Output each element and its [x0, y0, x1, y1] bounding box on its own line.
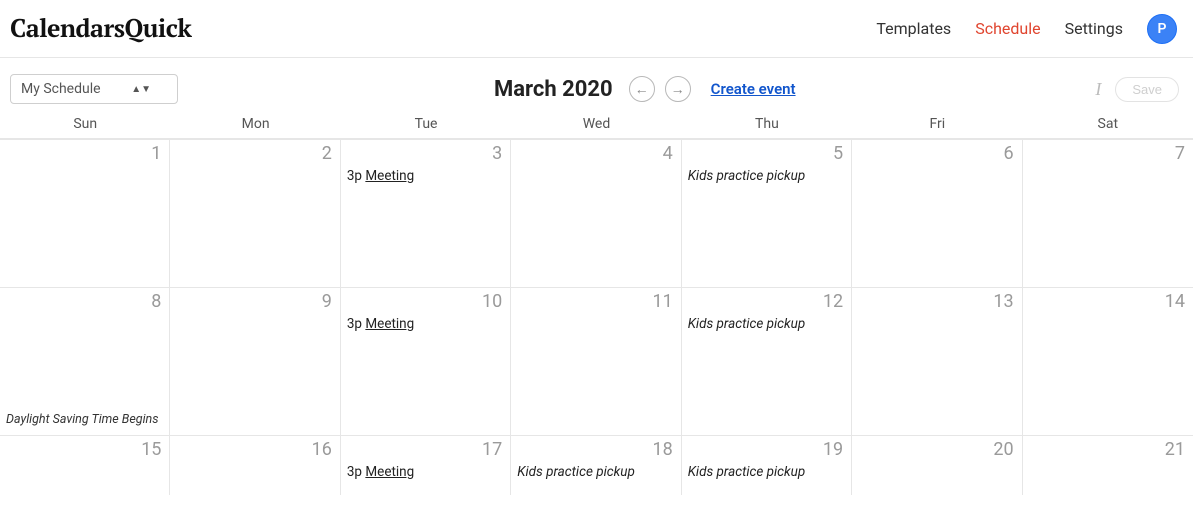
- arrow-left-icon: ←: [635, 81, 649, 97]
- next-month-button[interactable]: →: [665, 76, 691, 102]
- calendar-grid: 1233p Meeting45Kids practice pickup678Da…: [0, 139, 1193, 495]
- day-cell[interactable]: 17 3p Meeting: [341, 435, 511, 495]
- arrow-right-icon: →: [671, 81, 685, 97]
- day-number: 12: [688, 292, 845, 312]
- day-number: 3: [347, 144, 504, 164]
- event-time: 3p: [347, 316, 366, 332]
- day-cell[interactable]: 19 Kids practice pickup: [682, 435, 852, 495]
- dow-wed: Wed: [511, 114, 681, 138]
- event-title: Meeting: [365, 464, 414, 480]
- schedule-select-value: My Schedule: [21, 81, 101, 97]
- event-title: Kids practice pickup: [688, 464, 806, 480]
- day-number: 11: [517, 292, 674, 312]
- calendar-event[interactable]: Kids practice pickup: [688, 464, 845, 480]
- day-cell[interactable]: 10 3p Meeting: [341, 287, 511, 435]
- day-cell[interactable]: 13: [852, 287, 1022, 435]
- dow-sat: Sat: [1023, 114, 1193, 138]
- day-number: 6: [858, 144, 1015, 164]
- day-number: 10: [347, 292, 504, 312]
- day-cell[interactable]: 14: [1023, 287, 1193, 435]
- schedule-select[interactable]: My Schedule ▲▼: [10, 74, 178, 104]
- day-cell[interactable]: 20: [852, 435, 1022, 495]
- nav-schedule[interactable]: Schedule: [975, 19, 1040, 38]
- event-title: Kids practice pickup: [517, 464, 635, 480]
- caret-icon: ▲▼: [131, 84, 151, 95]
- topbar: CalendarsQuick Templates Schedule Settin…: [0, 0, 1193, 58]
- day-cell[interactable]: 9: [170, 287, 340, 435]
- day-cell[interactable]: 16: [170, 435, 340, 495]
- dow-row: Sun Mon Tue Wed Thu Fri Sat: [0, 114, 1193, 139]
- event-time: 3p: [347, 464, 366, 480]
- month-nav: March 2020 ← → Create event: [330, 76, 796, 102]
- day-cell[interactable]: 4: [511, 139, 681, 287]
- day-number: 7: [1029, 144, 1187, 164]
- dow-sun: Sun: [0, 114, 170, 138]
- day-cell[interactable]: 6: [852, 139, 1022, 287]
- day-cell[interactable]: 15: [0, 435, 170, 495]
- day-number: 13: [858, 292, 1015, 312]
- day-number: 15: [6, 440, 163, 460]
- top-nav: Templates Schedule Settings P: [876, 14, 1177, 44]
- day-number: 19: [688, 440, 845, 460]
- day-number: 17: [347, 440, 504, 460]
- day-cell[interactable]: 21: [1023, 435, 1193, 495]
- day-number: 4: [517, 144, 674, 164]
- nav-templates[interactable]: Templates: [876, 19, 951, 38]
- brand-logo[interactable]: CalendarsQuick: [10, 12, 191, 45]
- day-cell[interactable]: 18 Kids practice pickup: [511, 435, 681, 495]
- day-number: 8: [6, 292, 163, 312]
- prev-month-button[interactable]: ←: [629, 76, 655, 102]
- day-number: 5: [688, 144, 845, 164]
- day-cell[interactable]: 2: [170, 139, 340, 287]
- day-cell[interactable]: 11: [511, 287, 681, 435]
- toolbar: My Schedule ▲▼ March 2020 ← → Create eve…: [0, 58, 1193, 114]
- nav-settings[interactable]: Settings: [1065, 19, 1123, 38]
- calendar-event[interactable]: 3p Meeting: [347, 168, 504, 184]
- calendar-event[interactable]: 3p Meeting: [347, 316, 504, 332]
- event-title: Meeting: [365, 316, 414, 332]
- day-cell[interactable]: 8 Daylight Saving Time Begins: [0, 287, 170, 435]
- day-number: 14: [1029, 292, 1187, 312]
- month-title: March 2020: [494, 77, 613, 102]
- day-number: 16: [176, 440, 333, 460]
- right-tools: I Save: [1095, 77, 1179, 102]
- event-time: 3p: [347, 168, 366, 184]
- dow-tue: Tue: [341, 114, 511, 138]
- day-number: 1: [6, 144, 163, 164]
- day-cell[interactable]: 3 3p Meeting: [341, 139, 511, 287]
- avatar[interactable]: P: [1147, 14, 1177, 44]
- day-number: 9: [176, 292, 333, 312]
- day-number: 21: [1029, 440, 1187, 460]
- day-number: 18: [517, 440, 674, 460]
- create-event-link[interactable]: Create event: [711, 80, 796, 98]
- calendar-event[interactable]: Kids practice pickup: [517, 464, 674, 480]
- day-number: 2: [176, 144, 333, 164]
- day-cell[interactable]: 5 Kids practice pickup: [682, 139, 852, 287]
- day-note: Daylight Saving Time Begins: [6, 412, 163, 429]
- italic-toggle[interactable]: I: [1095, 79, 1101, 100]
- day-cell[interactable]: 12 Kids practice pickup: [682, 287, 852, 435]
- calendar-event[interactable]: Kids practice pickup: [688, 168, 845, 184]
- calendar-event[interactable]: 3p Meeting: [347, 464, 504, 480]
- event-title: Kids practice pickup: [688, 316, 806, 332]
- dow-fri: Fri: [852, 114, 1022, 138]
- day-cell[interactable]: 7: [1023, 139, 1193, 287]
- day-number: 20: [858, 440, 1015, 460]
- dow-thu: Thu: [682, 114, 852, 138]
- event-title: Kids practice pickup: [688, 168, 806, 184]
- calendar-event[interactable]: Kids practice pickup: [688, 316, 845, 332]
- save-button[interactable]: Save: [1115, 77, 1179, 102]
- dow-mon: Mon: [170, 114, 340, 138]
- day-cell[interactable]: 1: [0, 139, 170, 287]
- event-title: Meeting: [365, 168, 414, 184]
